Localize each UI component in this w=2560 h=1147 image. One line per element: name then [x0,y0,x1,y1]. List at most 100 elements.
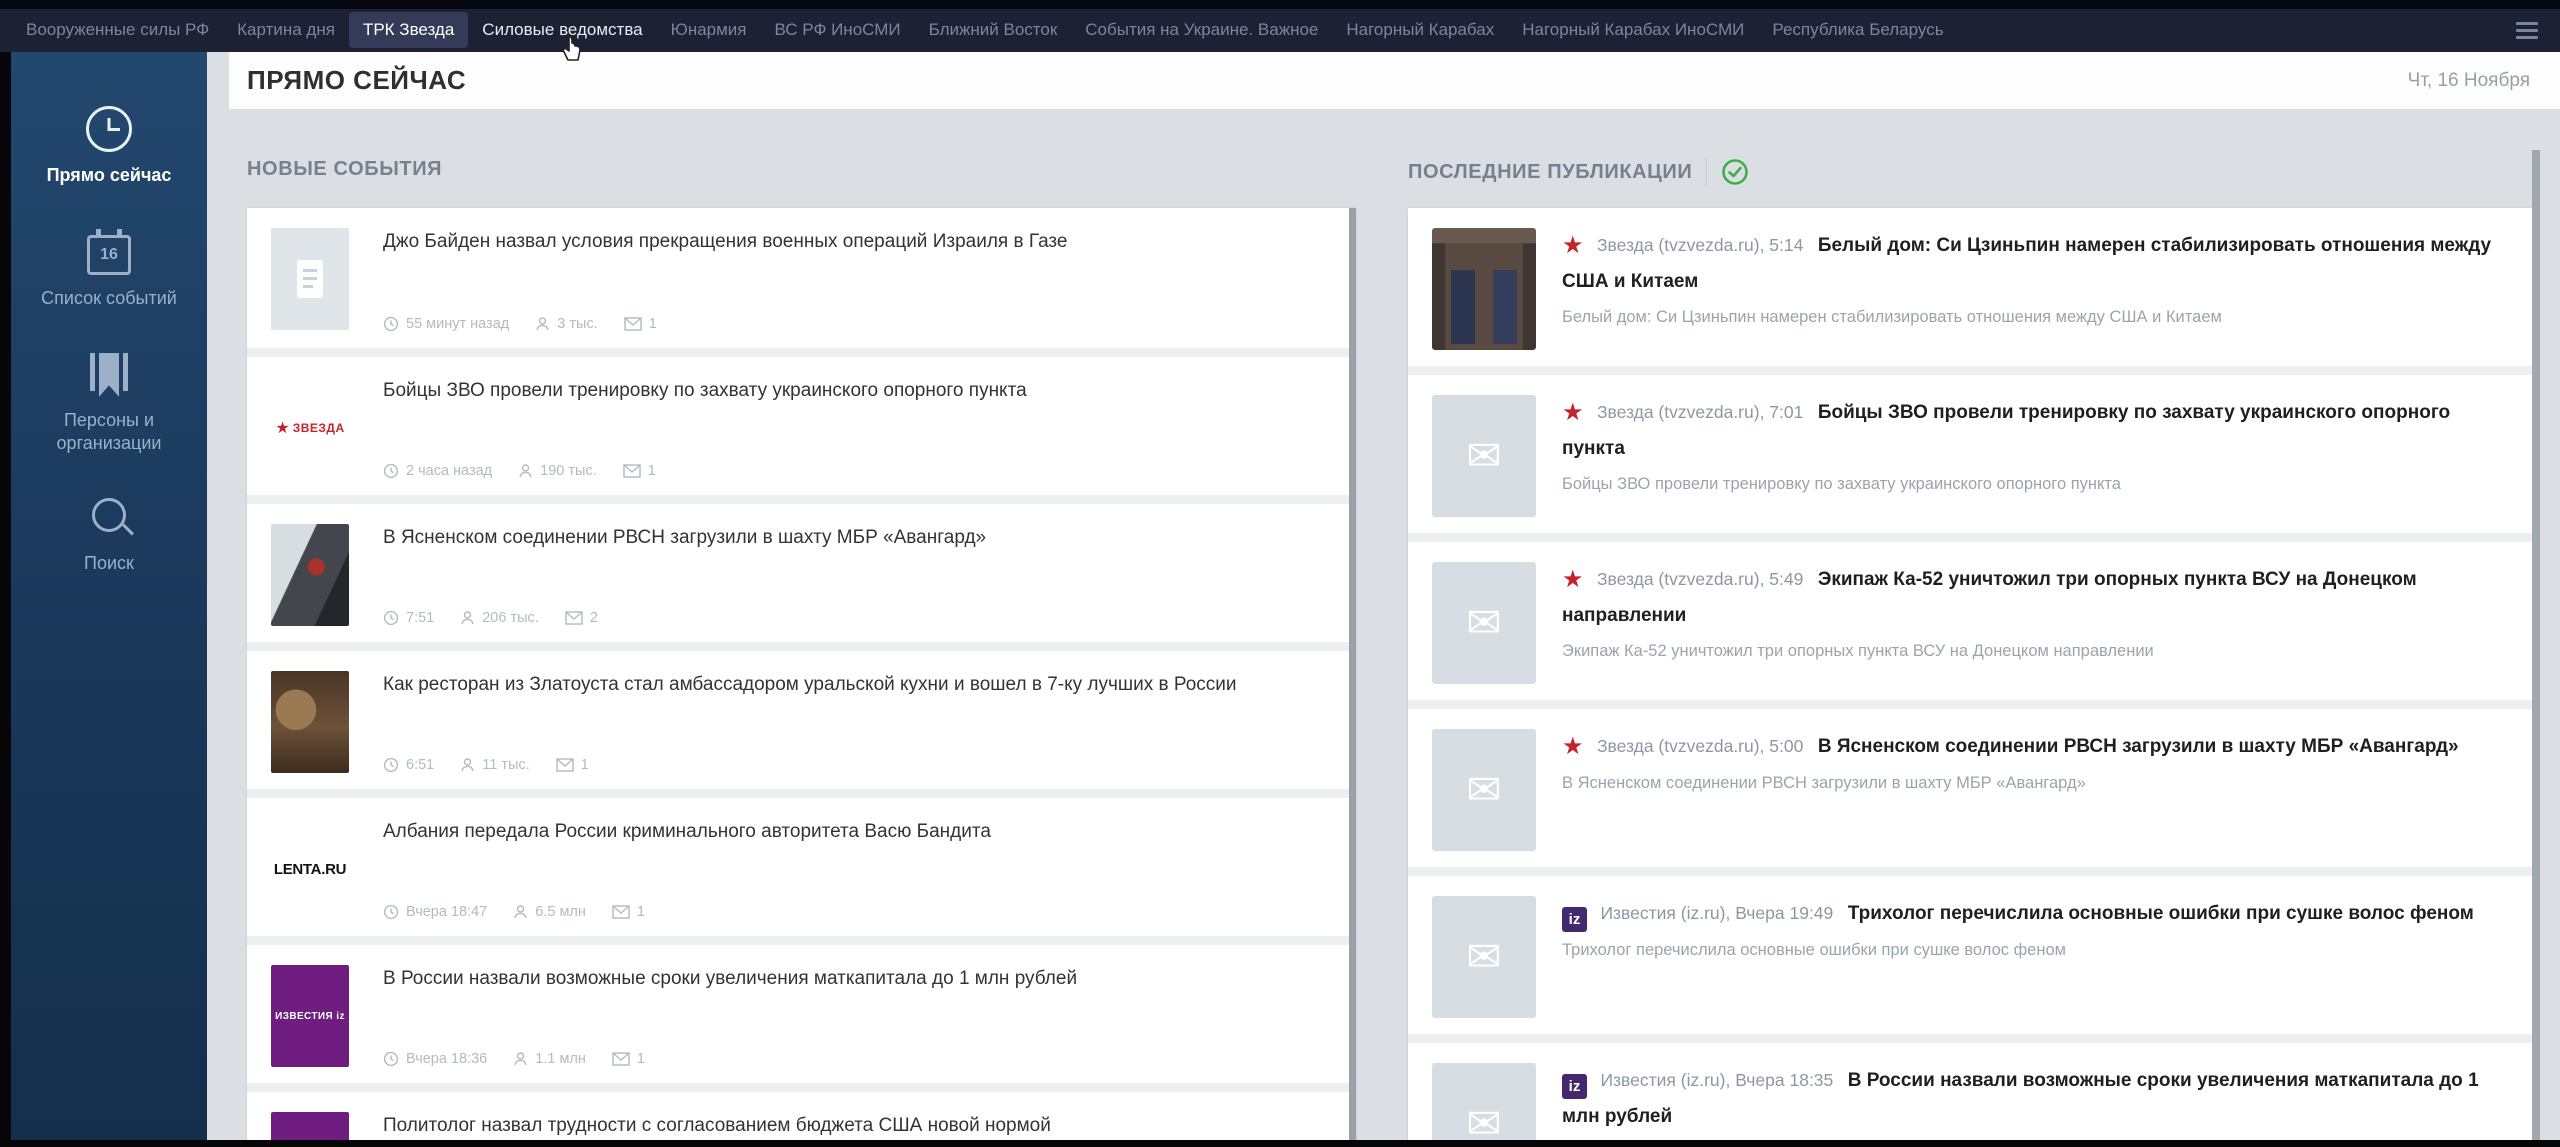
source-icon: iz [1562,1074,1587,1099]
publications-section-title: ПОСЛЕДНИЕ ПУБЛИКАЦИИ [1408,158,1749,186]
event-list-item[interactable]: Джо Байден назвал условия прекращения во… [247,208,1356,348]
nav-tab-middle-east[interactable]: Ближний Восток [915,12,1072,48]
calendar-day-number: 16 [100,246,118,264]
publication-subtitle: Белый дом: Си Цзиньпин намерен стабилизи… [1562,306,2506,329]
sidebar-item-event-list[interactable]: 16 Список событий [11,229,207,310]
sidebar-item-search[interactable]: Поиск [11,498,207,575]
event-views: 3 тыс. [557,316,597,332]
event-title[interactable]: Бойцы ЗВО провели тренировку по захвату … [383,377,1330,405]
event-meta: 6:51 11 тыс. 1 [383,757,1330,773]
nav-tab-karabakh[interactable]: Нагорный Карабах [1332,12,1508,48]
publication-subtitle: Трихолог перечислила основные ошибки при… [1562,939,2506,962]
sidebar: Прямо сейчас 16 Список событий Персоны и… [11,52,207,1140]
publication-subtitle: В Ясненском соединении РВСН загрузили в … [1562,772,2506,795]
event-meta: Вчера 18:36 1.1 млн 1 [383,1051,1330,1067]
sidebar-item-persons-orgs[interactable]: Персоны и организации [11,353,207,456]
publication-list-item[interactable]: iz Известия (iz.ru), Вчера 19:49 Трихоло… [1408,867,2532,1034]
bookmark-icon [90,353,128,397]
thumbnail-logo-text: LENTA.RU [274,861,346,878]
envelope-placeholder-icon [1466,769,1501,811]
comments-icon [624,317,642,331]
nav-tab-armed-forces[interactable]: Вооруженные силы РФ [12,12,223,48]
event-list-item[interactable]: ЗВЕЗДА Бойцы ЗВО провели тренировку по з… [247,348,1356,495]
event-list-item[interactable]: ИЗВЕСТИЯ iz Политолог назвал трудности с… [247,1083,1356,1147]
nav-tab-picture-of-day[interactable]: Картина дня [223,12,349,48]
header-divider [1706,158,1707,186]
events-panel: Джо Байден назвал условия прекращения во… [247,208,1356,1147]
sidebar-item-label: Прямо сейчас [39,164,180,187]
event-comments: 1 [581,757,589,773]
publication-thumbnail [1432,562,1536,684]
event-meta: 2 часа назад 190 тыс. 1 [383,463,1330,479]
event-title[interactable]: Джо Байден назвал условия прекращения во… [383,228,1330,256]
views-icon [460,610,475,626]
publication-list-item[interactable]: iz Известия (iz.ru), Вчера 18:35 В Росси… [1408,1034,2532,1147]
events-scrollbar[interactable] [1349,208,1356,1147]
nav-tab-karabakh-inosmi[interactable]: Нагорный Карабах ИноСМИ [1508,12,1758,48]
comments-icon [623,464,641,478]
event-time: 55 минут назад [406,316,509,332]
publication-list-item[interactable]: Звезда (tvzvezda.ru), 5:00 В Ясненском с… [1408,700,2532,867]
nav-tab-ukraine-events[interactable]: События на Украине. Важное [1071,12,1332,48]
time-icon [383,1051,399,1067]
page-header: ПРЯМО СЕЙЧАС Чт, 16 Ноября [229,52,2560,109]
events-section-title: НОВЫЕ СОБЫТИЯ [247,158,442,181]
publication-list-item[interactable]: Звезда (tvzvezda.ru), 5:14 Белый дом: Си… [1408,208,2532,366]
event-thumbnail: ЗВЕЗДА [271,377,349,479]
nav-tab-security-agencies[interactable]: Силовые ведомства [468,12,656,48]
event-thumbnail [271,671,349,773]
event-meta: 7:51 206 тыс. 2 [383,610,1330,626]
views-icon [518,463,533,479]
source-icon [1562,735,1584,765]
nav-tab-vs-rf-inosmi[interactable]: ВС РФ ИноСМИ [761,12,915,48]
hamburger-menu-icon[interactable] [2508,16,2546,45]
nav-tab-yunarmiya[interactable]: Юнармия [657,12,761,48]
source-icon [1562,401,1584,431]
publication-list-item[interactable]: Звезда (tvzvezda.ru), 5:49 Экипаж Ка-52 … [1408,533,2532,700]
event-views: 190 тыс. [540,463,597,479]
publication-source: Известия (iz.ru), Вчера 19:49 [1600,903,1833,923]
thumbnail-logo-text: ИЗВЕСТИЯ iz [275,1011,345,1022]
event-title[interactable]: Как ресторан из Златоуста стал амбассадо… [383,671,1330,699]
publications-section-label: ПОСЛЕДНИЕ ПУБЛИКАЦИИ [1408,161,1692,184]
publication-source: Звезда (tvzvezda.ru), 5:14 [1597,235,1803,255]
event-list-item[interactable]: В Ясненском соединении РВСН загрузили в … [247,495,1356,642]
event-comments: 1 [637,1051,645,1067]
publication-subtitle: Бойцы ЗВО провели тренировку по захвату … [1562,473,2506,496]
sidebar-item-live-now[interactable]: Прямо сейчас [11,106,207,187]
comments-icon [565,611,583,625]
time-icon [383,316,399,332]
sidebar-item-label: Персоны и организации [11,409,207,456]
event-views: 1.1 млн [535,1051,586,1067]
top-letterbox [0,0,2560,9]
source-icon [1562,568,1584,598]
event-thumbnail [271,228,349,330]
event-title[interactable]: Албания передала России криминального ав… [383,818,1330,846]
publication-list-item[interactable]: Звезда (tvzvezda.ru), 7:01 Бойцы ЗВО про… [1408,366,2532,533]
event-title[interactable]: Политолог назвал трудности с согласовани… [383,1112,1330,1140]
event-comments: 1 [649,316,657,332]
event-time: 6:51 [406,757,434,773]
envelope-placeholder-icon [1466,435,1501,477]
page-scrollbar[interactable] [2532,150,2540,1140]
publications-panel: Звезда (tvzvezda.ru), 5:14 Белый дом: Си… [1408,208,2532,1147]
nav-tab-trk-zvezda[interactable]: ТРК Звезда [349,12,468,48]
event-meta: Вчера 18:47 6.5 млн 1 [383,904,1330,920]
publication-source: Звезда (tvzvezda.ru), 7:01 [1597,402,1803,422]
publication-title[interactable]: Трихолог перечислила основные ошибки при… [1848,903,2474,924]
event-list-item[interactable]: LENTA.RU Албания передала России кримина… [247,789,1356,936]
event-list-item[interactable]: ИЗВЕСТИЯ iz В России назвали возможные с… [247,936,1356,1083]
event-meta: 55 минут назад 3 тыс. 1 [383,316,1330,332]
event-comments: 1 [637,904,645,920]
bottom-letterbox [0,1140,2560,1147]
event-title[interactable]: В России назвали возможные сроки увеличе… [383,965,1330,993]
nav-tab-belarus[interactable]: Республика Беларусь [1758,12,1957,48]
event-list-item[interactable]: Как ресторан из Златоуста стал амбассадо… [247,642,1356,789]
views-icon [513,904,528,920]
publication-thumbnail [1432,896,1536,1018]
publication-thumbnail [1432,228,1536,350]
publication-title[interactable]: В Ясненском соединении РВСН загрузили в … [1818,736,2459,757]
publication-source: Звезда (tvzvezda.ru), 5:00 [1597,736,1803,756]
event-title[interactable]: В Ясненском соединении РВСН загрузили в … [383,524,1330,552]
event-thumbnail: ИЗВЕСТИЯ iz [271,965,349,1067]
